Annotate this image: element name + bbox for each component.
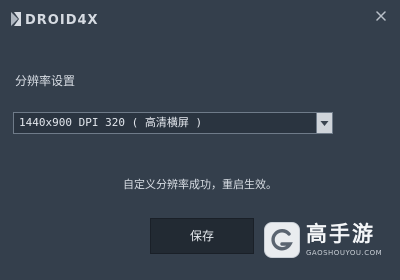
close-button[interactable] <box>371 6 391 26</box>
watermark-badge <box>264 222 300 258</box>
save-button[interactable]: 保存 <box>150 218 254 254</box>
title-bar: DROID4X <box>0 0 400 34</box>
droid4x-logo-icon: DROID4X <box>11 12 99 27</box>
resolution-select-value: 1440x900 DPI 320 ( 高清横屏 ) <box>19 116 203 129</box>
resolution-settings-label: 分辨率设置 <box>15 74 76 88</box>
close-icon <box>376 11 386 21</box>
g-logo-icon <box>271 229 293 251</box>
resolution-select[interactable]: 1440x900 DPI 320 ( 高清横屏 ) <box>13 112 333 134</box>
dropdown-arrow-button[interactable] <box>316 113 332 133</box>
triangle-down-icon <box>320 121 329 126</box>
status-message: 自定义分辨率成功，重启生效。 <box>123 178 277 191</box>
watermark-subtitle: GAOSHOUYOU.COM <box>306 249 383 257</box>
gaoshouyou-watermark: 高手游 GAOSHOUYOU.COM <box>264 220 392 268</box>
watermark-title: 高手游 <box>306 222 375 246</box>
settings-dialog: DROID4X 分辨率设置 1440x900 DPI 320 ( 高清横屏 ) … <box>0 0 400 280</box>
logo-text: DROID4X <box>25 13 99 27</box>
droid4x-logo: DROID4X <box>10 11 120 27</box>
